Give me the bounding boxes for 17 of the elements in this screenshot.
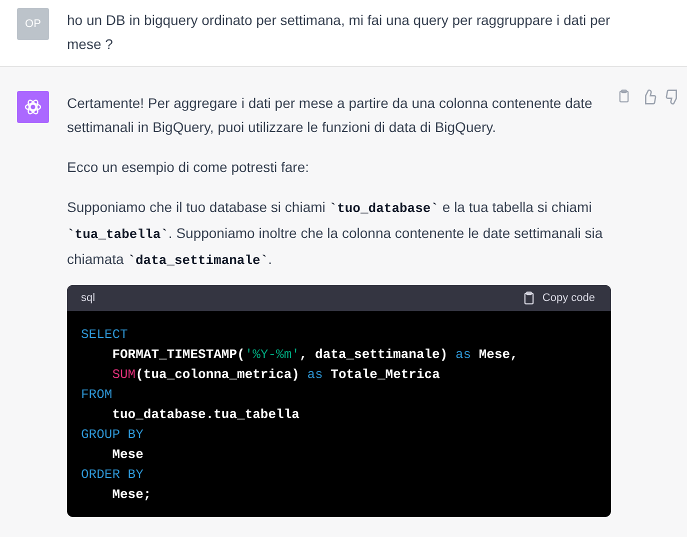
message-paragraph: Supponiamo che il tuo database si chiami `tuo_database` e la tua tabella si chiami `tua_tabella`. Supponiamo inoltre che la colonna contenente le date settimanali sia chiamata `data_settimanale`. <box>67 198 604 270</box>
copy-code-button[interactable]: Copy code <box>522 291 595 305</box>
code-line: FORMAT_TIMESTAMP('%Y-%m', data_settimanale) as Mese, <box>112 346 518 364</box>
code-line: tuo_database.tua_tabella <box>112 406 300 424</box>
clipboard-icon <box>522 291 536 305</box>
code-line: SUM(tua_colonna_metrica) as Totale_Metrica <box>112 366 440 384</box>
message-paragraph: Certamente! Per aggregare i dati per mese a partire da una colonna contenente date settimanali in BigQuery, puoi utilizzare le funzioni di data di BigQuery. <box>67 94 594 137</box>
code-line: SELECT <box>81 326 128 344</box>
code-line: ORDER BY <box>81 466 144 484</box>
user-avatar: OP <box>17 8 49 40</box>
code-line: GROUP BY <box>81 426 144 444</box>
code-line: FROM <box>81 386 112 404</box>
message-paragraph: ho un DB in bigquery ordinato per settimana, mi fai una query per raggruppare i dati per mese ? <box>67 11 612 54</box>
code-line: Mese; <box>112 486 152 504</box>
language-label: sql <box>81 292 96 304</box>
message-paragraph: Ecco un esempio di come potresti fare: <box>67 158 310 177</box>
code-line: Mese <box>112 446 144 464</box>
